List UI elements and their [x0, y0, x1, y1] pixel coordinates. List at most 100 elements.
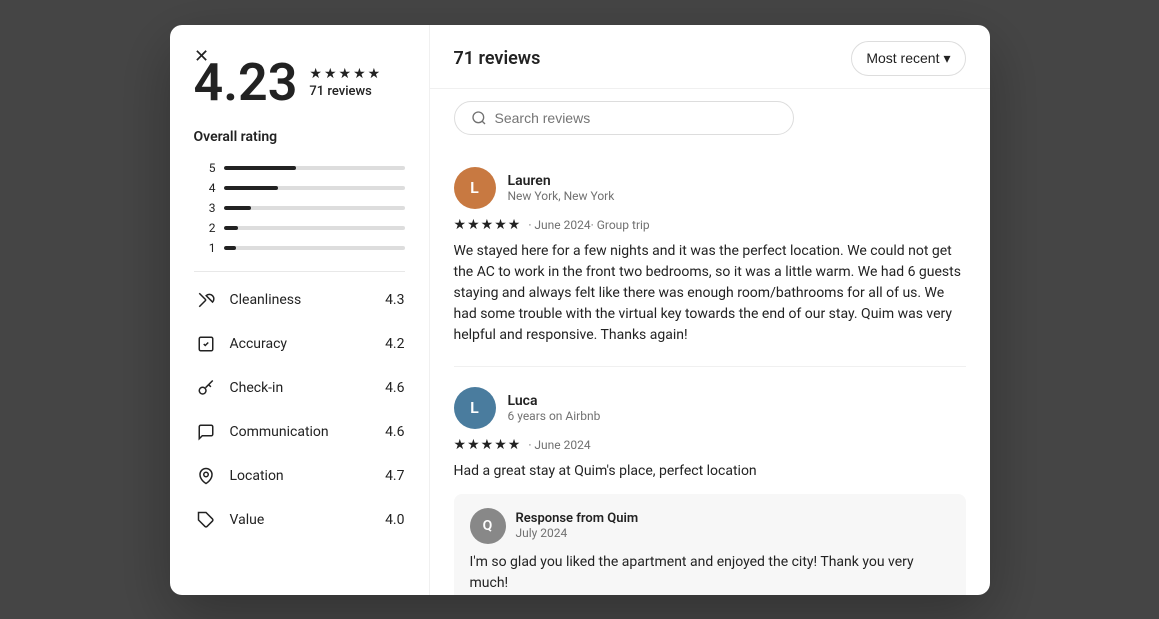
tag-icon: [194, 508, 218, 532]
bar-fill-1: [224, 246, 237, 250]
review-item-luca: L Luca 6 years on Airbnb ★★★★★ · June 20…: [454, 367, 966, 595]
bar-track-4: [224, 186, 405, 190]
close-button[interactable]: ✕: [186, 41, 218, 73]
review-stars: ★★★★★: [454, 437, 521, 453]
category-left: Check-in: [194, 376, 284, 400]
reviewer-info: Luca 6 years on Airbnb: [508, 393, 601, 423]
right-panel: 71 reviews Most recent ▾ L Lauren: [430, 25, 990, 595]
reviewer-name: Lauren: [508, 173, 615, 189]
review-star: ★: [481, 217, 494, 233]
star-3: ★: [339, 66, 352, 82]
review-meta: ★★★★★ · June 2024: [454, 437, 966, 453]
category-left: Location: [194, 464, 284, 488]
review-star: ★: [508, 217, 521, 233]
category-score: 4.7: [385, 468, 404, 484]
sort-label: Most recent: [866, 50, 939, 66]
star-4: ★: [353, 66, 366, 82]
bar-fill-3: [224, 206, 251, 210]
category-row-cleanliness: Cleanliness 4.3: [194, 288, 405, 312]
category-score: 4.3: [385, 292, 404, 308]
key-icon: [194, 376, 218, 400]
bar-row-5: 5: [194, 161, 405, 175]
star-5: ★: [368, 66, 381, 82]
category-name: Location: [230, 468, 284, 484]
divider: [194, 271, 405, 272]
category-score: 4.0: [385, 512, 404, 528]
host-text: I'm so glad you liked the apartment and …: [470, 552, 950, 594]
host-avatar: Q: [470, 508, 506, 544]
bar-row-2: 2: [194, 221, 405, 235]
bar-track-1: [224, 246, 405, 250]
reviewer-header: L Lauren New York, New York: [454, 167, 966, 209]
category-left: Communication: [194, 420, 329, 444]
stars-row: ★ ★ ★ ★ ★: [309, 66, 380, 82]
left-panel: 4.23 ★ ★ ★ ★ ★ 71 reviews Overall rating: [170, 25, 430, 595]
stars-reviews: ★ ★ ★ ★ ★ 71 reviews: [309, 66, 380, 99]
review-star: ★: [508, 437, 521, 453]
category-left: Value: [194, 508, 265, 532]
categories-container: Cleanliness 4.3 Accuracy 4.2 Check-in 4.…: [194, 288, 405, 532]
review-text: Had a great stay at Quim's place, perfec…: [454, 461, 966, 482]
modal-overlay[interactable]: ✕ 4.23 ★ ★ ★ ★ ★ 71 reviews: [0, 0, 1159, 619]
bar-label-2: 2: [194, 221, 216, 235]
review-stars: ★★★★★: [454, 217, 521, 233]
reviewer-name: Luca: [508, 393, 601, 409]
bar-fill-4: [224, 186, 278, 190]
pin-icon: [194, 464, 218, 488]
search-icon: [471, 110, 487, 126]
avatar: L: [454, 167, 496, 209]
category-row-communication: Communication 4.6: [194, 420, 405, 444]
rating-bars: 5 4 3 2 1: [194, 161, 405, 255]
review-text: We stayed here for a few nights and it w…: [454, 241, 966, 346]
right-header: 71 reviews Most recent ▾: [430, 25, 990, 89]
checkmark-icon: [194, 332, 218, 356]
bar-fill-2: [224, 226, 238, 230]
review-star: ★: [494, 217, 507, 233]
reviewer-location: 6 years on Airbnb: [508, 409, 601, 423]
reviewer-info: Lauren New York, New York: [508, 173, 615, 203]
bar-label-4: 4: [194, 181, 216, 195]
review-date: · June 2024: [528, 438, 590, 452]
category-left: Accuracy: [194, 332, 288, 356]
category-name: Cleanliness: [230, 292, 302, 308]
modal-body: 4.23 ★ ★ ★ ★ ★ 71 reviews Overall rating: [170, 25, 990, 595]
review-star: ★: [467, 437, 480, 453]
category-score: 4.6: [385, 424, 404, 440]
category-name: Check-in: [230, 380, 284, 396]
search-input[interactable]: [495, 110, 777, 126]
host-date: July 2024: [516, 526, 639, 540]
category-name: Communication: [230, 424, 329, 440]
chat-icon: [194, 420, 218, 444]
search-bar[interactable]: [454, 101, 794, 135]
category-row-accuracy: Accuracy 4.2: [194, 332, 405, 356]
category-row-check-in: Check-in 4.6: [194, 376, 405, 400]
host-name: Response from Quim: [516, 511, 639, 526]
review-star: ★: [494, 437, 507, 453]
bar-track-3: [224, 206, 405, 210]
overall-label: Overall rating: [194, 129, 405, 145]
close-icon: ✕: [194, 46, 209, 67]
bar-track-2: [224, 226, 405, 230]
category-left: Cleanliness: [194, 288, 302, 312]
reviews-modal: ✕ 4.23 ★ ★ ★ ★ ★ 71 reviews: [170, 25, 990, 595]
broom-icon: [194, 288, 218, 312]
reviews-list: L Lauren New York, New York ★★★★★ · June…: [430, 147, 990, 595]
reviewer-location: New York, New York: [508, 189, 615, 203]
review-star: ★: [454, 217, 467, 233]
reviewer-header: L Luca 6 years on Airbnb: [454, 387, 966, 429]
bar-row-4: 4: [194, 181, 405, 195]
reviews-title: 71 reviews: [454, 48, 541, 69]
bar-row-3: 3: [194, 201, 405, 215]
reviews-count: 71 reviews: [309, 84, 380, 99]
category-row-location: Location 4.7: [194, 464, 405, 488]
star-2: ★: [324, 66, 337, 82]
host-response: Q Response from Quim July 2024 I'm so gl…: [454, 494, 966, 595]
review-date: · June 2024· Group trip: [528, 218, 649, 232]
category-name: Accuracy: [230, 336, 288, 352]
bar-row-1: 1: [194, 241, 405, 255]
review-star: ★: [481, 437, 494, 453]
review-star: ★: [454, 437, 467, 453]
sort-dropdown[interactable]: Most recent ▾: [851, 41, 965, 76]
avatar: L: [454, 387, 496, 429]
bar-fill-5: [224, 166, 296, 170]
